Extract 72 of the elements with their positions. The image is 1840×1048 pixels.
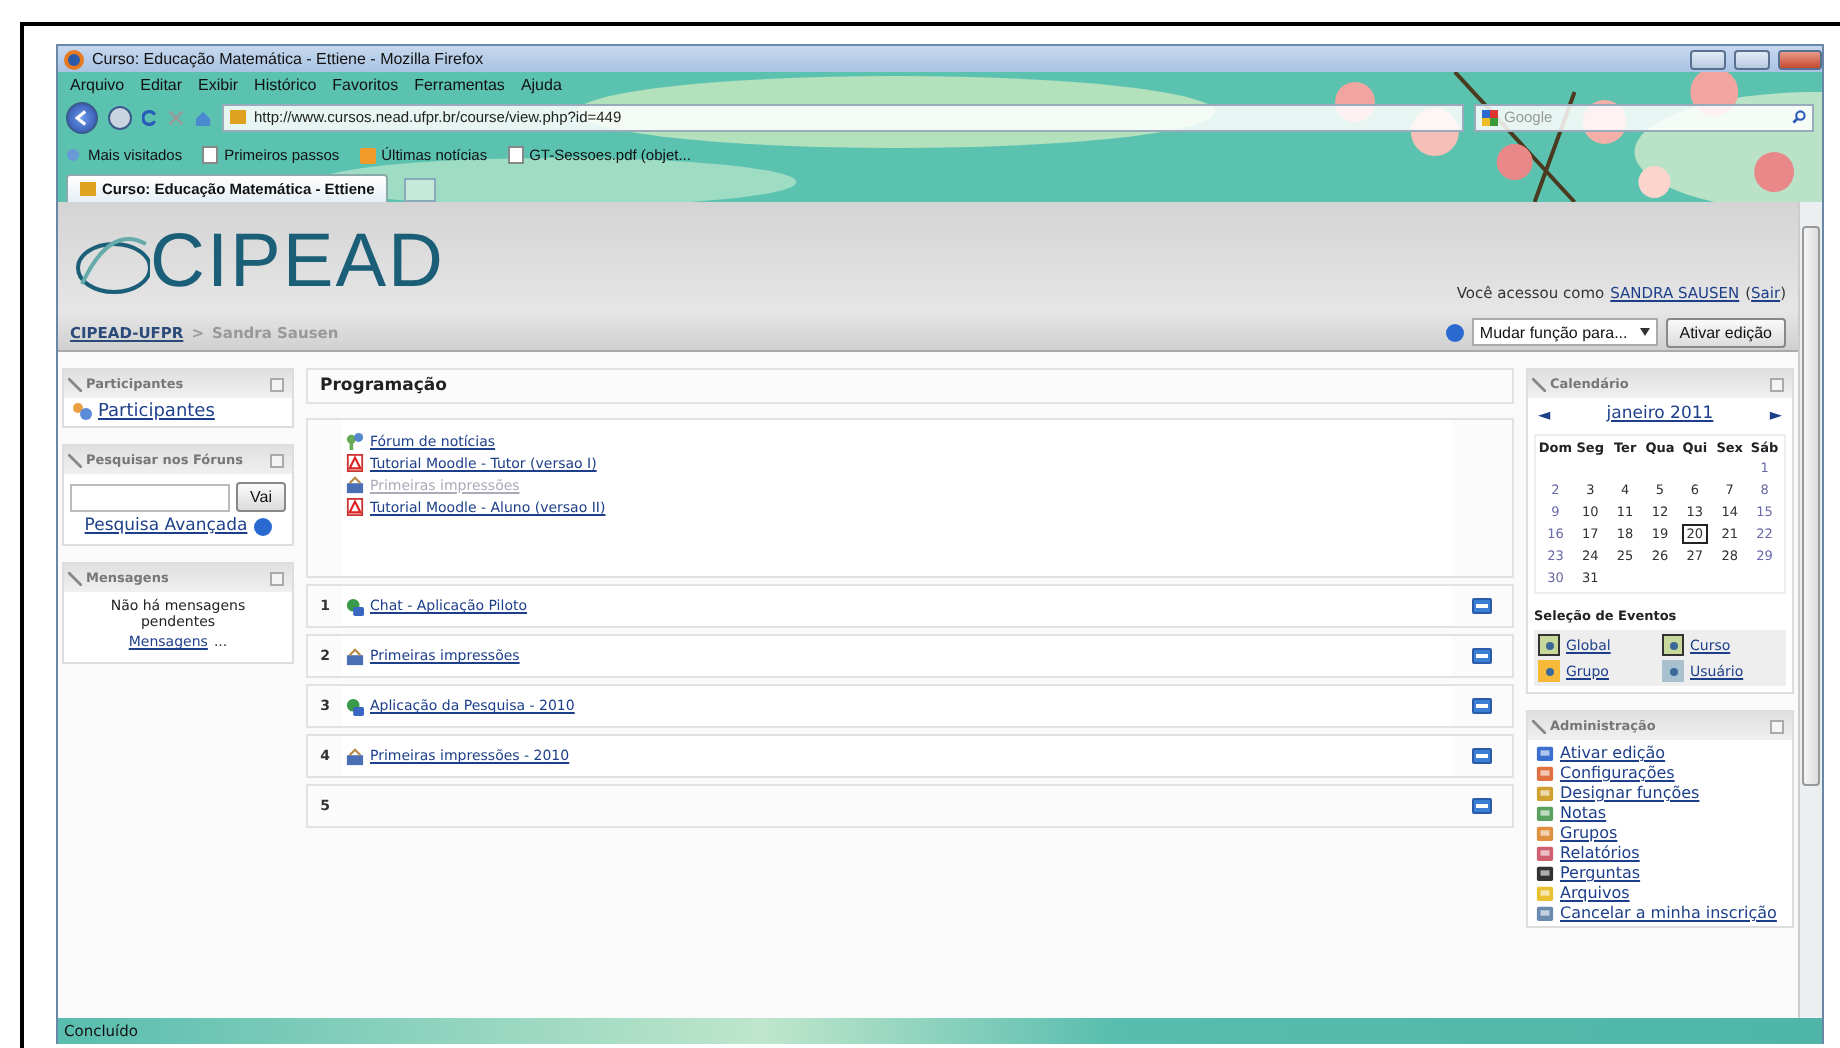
engine-icon [1482,109,1498,125]
chat-icon [346,697,364,715]
hide-section-icon[interactable] [1472,598,1492,614]
hide-section-icon[interactable] [1472,748,1492,764]
participants-link[interactable]: Participantes [98,402,215,422]
advanced-search-link[interactable]: Pesquisa Avançada [84,516,248,536]
collapse-icon[interactable] [270,571,284,585]
page-icon [507,146,524,164]
caret-icon [1639,328,1650,336]
forum-icon [346,432,364,450]
people-icon [72,402,92,422]
course-title: Programação [320,376,447,396]
previous-month-link[interactable]: ◄ [1538,405,1551,423]
help-icon [1445,323,1464,341]
browser-logo-icon [64,49,84,69]
close-button[interactable] [1778,49,1822,69]
collapse-icon[interactable] [270,453,284,467]
hide-section-icon[interactable] [1472,648,1492,664]
reload-icon[interactable] [142,109,158,125]
event-toggle[interactable] [1662,660,1684,682]
admin-link[interactable]: Designar funções [1560,784,1700,802]
search-field[interactable] [70,483,231,511]
person-icon [1543,665,1555,677]
admin-link[interactable]: Notas [1560,804,1607,822]
admin-link[interactable]: Ativar edição [1560,744,1666,762]
menu-item[interactable]: Favoritos [328,76,403,94]
menu-item[interactable]: Exibir [194,76,243,94]
next-month-link[interactable]: ► [1769,405,1782,423]
pen-icon [68,453,82,467]
bag-icon [346,647,364,665]
menu-item[interactable]: Editar [136,76,187,94]
pen-icon [1532,377,1546,391]
pen-icon [1532,719,1546,733]
pen-icon [68,377,82,391]
menu-item[interactable]: Ferramentas [410,76,509,94]
edit-mode-button[interactable]: Ativar edição [1665,317,1786,347]
admin-link[interactable]: Grupos [1560,824,1618,842]
menu-item[interactable]: Ajuda [516,76,566,94]
event-toggle[interactable] [1662,634,1684,656]
site-icon [80,182,96,196]
person-icon [1543,639,1555,651]
go-button[interactable]: Vai [236,482,286,512]
site-logo: CIPEAD [70,220,445,306]
admin-link[interactable]: Arquivos [1560,884,1630,902]
menu-item[interactable]: Arquivo [66,76,129,94]
admin-link[interactable]: Relatórios [1560,844,1640,862]
admin-link[interactable]: Perguntas [1560,864,1641,882]
maximize-button[interactable] [1734,49,1770,69]
new-tab-button[interactable] [404,178,437,202]
admin-link[interactable]: Cancelar a minha inscrição [1560,904,1777,922]
menu-item[interactable]: Histórico [250,76,321,94]
minimize-button[interactable] [1690,49,1726,69]
collapse-icon[interactable] [1770,719,1784,733]
collapse-icon[interactable] [1770,377,1784,391]
month-link[interactable]: janeiro 2011 [1606,404,1714,424]
person-icon [1667,639,1679,651]
event-toggle[interactable] [1538,660,1560,682]
help-icon [253,517,272,535]
collapse-icon[interactable] [270,377,284,391]
admin-link[interactable]: Configurações [1560,764,1675,782]
site-icon [230,110,246,124]
chat-icon [346,597,364,615]
role-select[interactable]: Mudar função para... [1471,318,1658,346]
bag-icon [346,476,364,494]
page-icon [202,146,219,164]
person-icon [1667,665,1679,677]
hide-section-icon[interactable] [1472,698,1492,714]
hide-section-icon[interactable] [1472,798,1492,814]
window-title: Curso: Educação Matemática - Ettiene - Mozilla Firefox [92,50,486,68]
pen-icon [68,571,82,585]
bag-icon [346,747,364,765]
event-toggle[interactable] [1538,634,1560,656]
